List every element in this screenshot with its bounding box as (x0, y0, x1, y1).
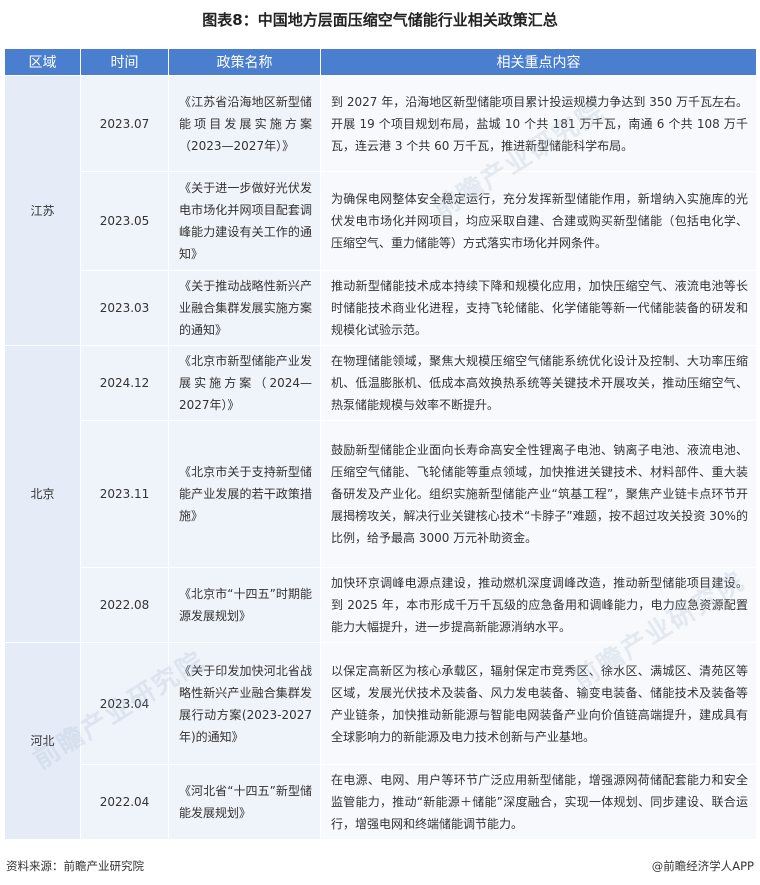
content-cell: 加快环京调峰电源点建设，推动燃机深度调峰改造，推动新型储能项目建设。到 2025… (320, 567, 757, 643)
figure-title: 图表8：中国地方层面压缩空气储能行业相关政策汇总 (202, 11, 558, 29)
content-cell: 在物理储能领域，聚焦大规模压缩空气储能系统优化设计及控制、大功率压缩机、低温膨胀… (320, 345, 757, 421)
content-cell: 以保定高新区为核心承载区，辐射保定市竞秀区、徐水区、满城区、清苑区等区域，发展光… (320, 642, 757, 765)
table-row: 2022.08 《北京市“十四五”时期能源发展规划》 加快环京调峰电源点建设，推… (5, 567, 757, 643)
policy-name-cell: 《北京市“十四五”时期能源发展规划》 (168, 567, 321, 643)
source-note: 资料来源：前瞻产业研究院 (6, 859, 144, 873)
header-region: 区域 (4, 48, 81, 76)
region-cell-hebei: 河北 (4, 642, 81, 840)
time-cell: 2023.05 (80, 171, 169, 271)
content-cell: 鼓励新型储能企业面向长寿命高安全性锂离子电池、钠离子电池、液流电池、压缩空气储能… (320, 420, 757, 568)
header-content: 相关重点内容 (320, 48, 757, 76)
time-cell: 2023.03 (80, 270, 169, 346)
header-policy-name: 政策名称 (168, 48, 321, 76)
policy-name-cell: 《江苏省沿海地区新型储能项目发展实施方案（2023—2027年）》 (168, 75, 321, 172)
credit-note: @前瞻经济学人APP (651, 859, 754, 873)
time-cell: 2023.04 (80, 642, 169, 765)
region-cell-jiangsu: 江苏 (4, 75, 81, 346)
table-row: 2023.03 《关于推动战略性新兴产业融合集群发展实施方案的通知》 推动新型储… (5, 270, 757, 346)
time-cell: 2023.11 (80, 420, 169, 568)
table-row: 江苏 2023.07 《江苏省沿海地区新型储能项目发展实施方案（2023—202… (4, 75, 757, 346)
policy-name-cell: 《北京市新型储能产业发展实施方案（2024—2027年）》 (168, 345, 321, 421)
table-row: 2023.11 《北京市关于支持新型储能产业发展的若干政策措施》 鼓励新型储能企… (5, 420, 757, 568)
table-header-row: 区域 时间 政策名称 相关重点内容 (4, 48, 757, 76)
table-row: 2022.04 《河北省“十四五”新型储能发展规划》 在电源、电网、用户等环节广… (5, 764, 757, 840)
policy-name-cell: 《北京市关于支持新型储能产业发展的若干政策措施》 (168, 420, 321, 568)
time-cell: 2022.08 (80, 567, 169, 643)
content-cell: 到 2027 年，沿海地区新型储能项目累计投运规模力争达到 350 万千瓦左右。… (320, 75, 757, 172)
policy-table: 区域 时间 政策名称 相关重点内容 江苏 2023.07 《江苏省沿海地区新型储… (4, 48, 757, 840)
policy-name-cell: 《河北省“十四五”新型储能发展规划》 (168, 764, 321, 840)
table-row: 河北 2023.04 《关于印发加快河北省战略性新兴产业融合集群发展行动方案(2… (4, 642, 757, 840)
time-cell: 2022.04 (80, 764, 169, 840)
policy-name-cell: 《关于推动战略性新兴产业融合集群发展实施方案的通知》 (168, 270, 321, 346)
content-cell: 推动新型储能技术成本持续下降和规模化应用，加快压缩空气、液流电池等长时储能技术商… (320, 270, 757, 346)
header-time: 时间 (80, 48, 169, 76)
content-cell: 在电源、电网、用户等环节广泛应用新型储能，增强源网荷储配套能力和安全监管能力，推… (320, 764, 757, 840)
time-cell: 2023.07 (80, 75, 169, 172)
policy-name-cell: 《关于印发加快河北省战略性新兴产业融合集群发展行动方案(2023-2027 年)… (168, 642, 321, 765)
content-cell: 为确保电网整体安全稳定运行，充分发挥新型储能作用，新增纳入实施库的光伏发电市场化… (320, 171, 757, 271)
region-cell-beijing: 北京 (4, 345, 81, 643)
table-row: 2023.05 《关于进一步做好光伏发电市场化并网项目配套调峰能力建设有关工作的… (5, 171, 757, 271)
policy-name-cell: 《关于进一步做好光伏发电市场化并网项目配套调峰能力建设有关工作的通知》 (168, 171, 321, 271)
time-cell: 2024.12 (80, 345, 169, 421)
table-row: 北京 2024.12 《北京市新型储能产业发展实施方案（2024—2027年）》… (4, 345, 757, 643)
